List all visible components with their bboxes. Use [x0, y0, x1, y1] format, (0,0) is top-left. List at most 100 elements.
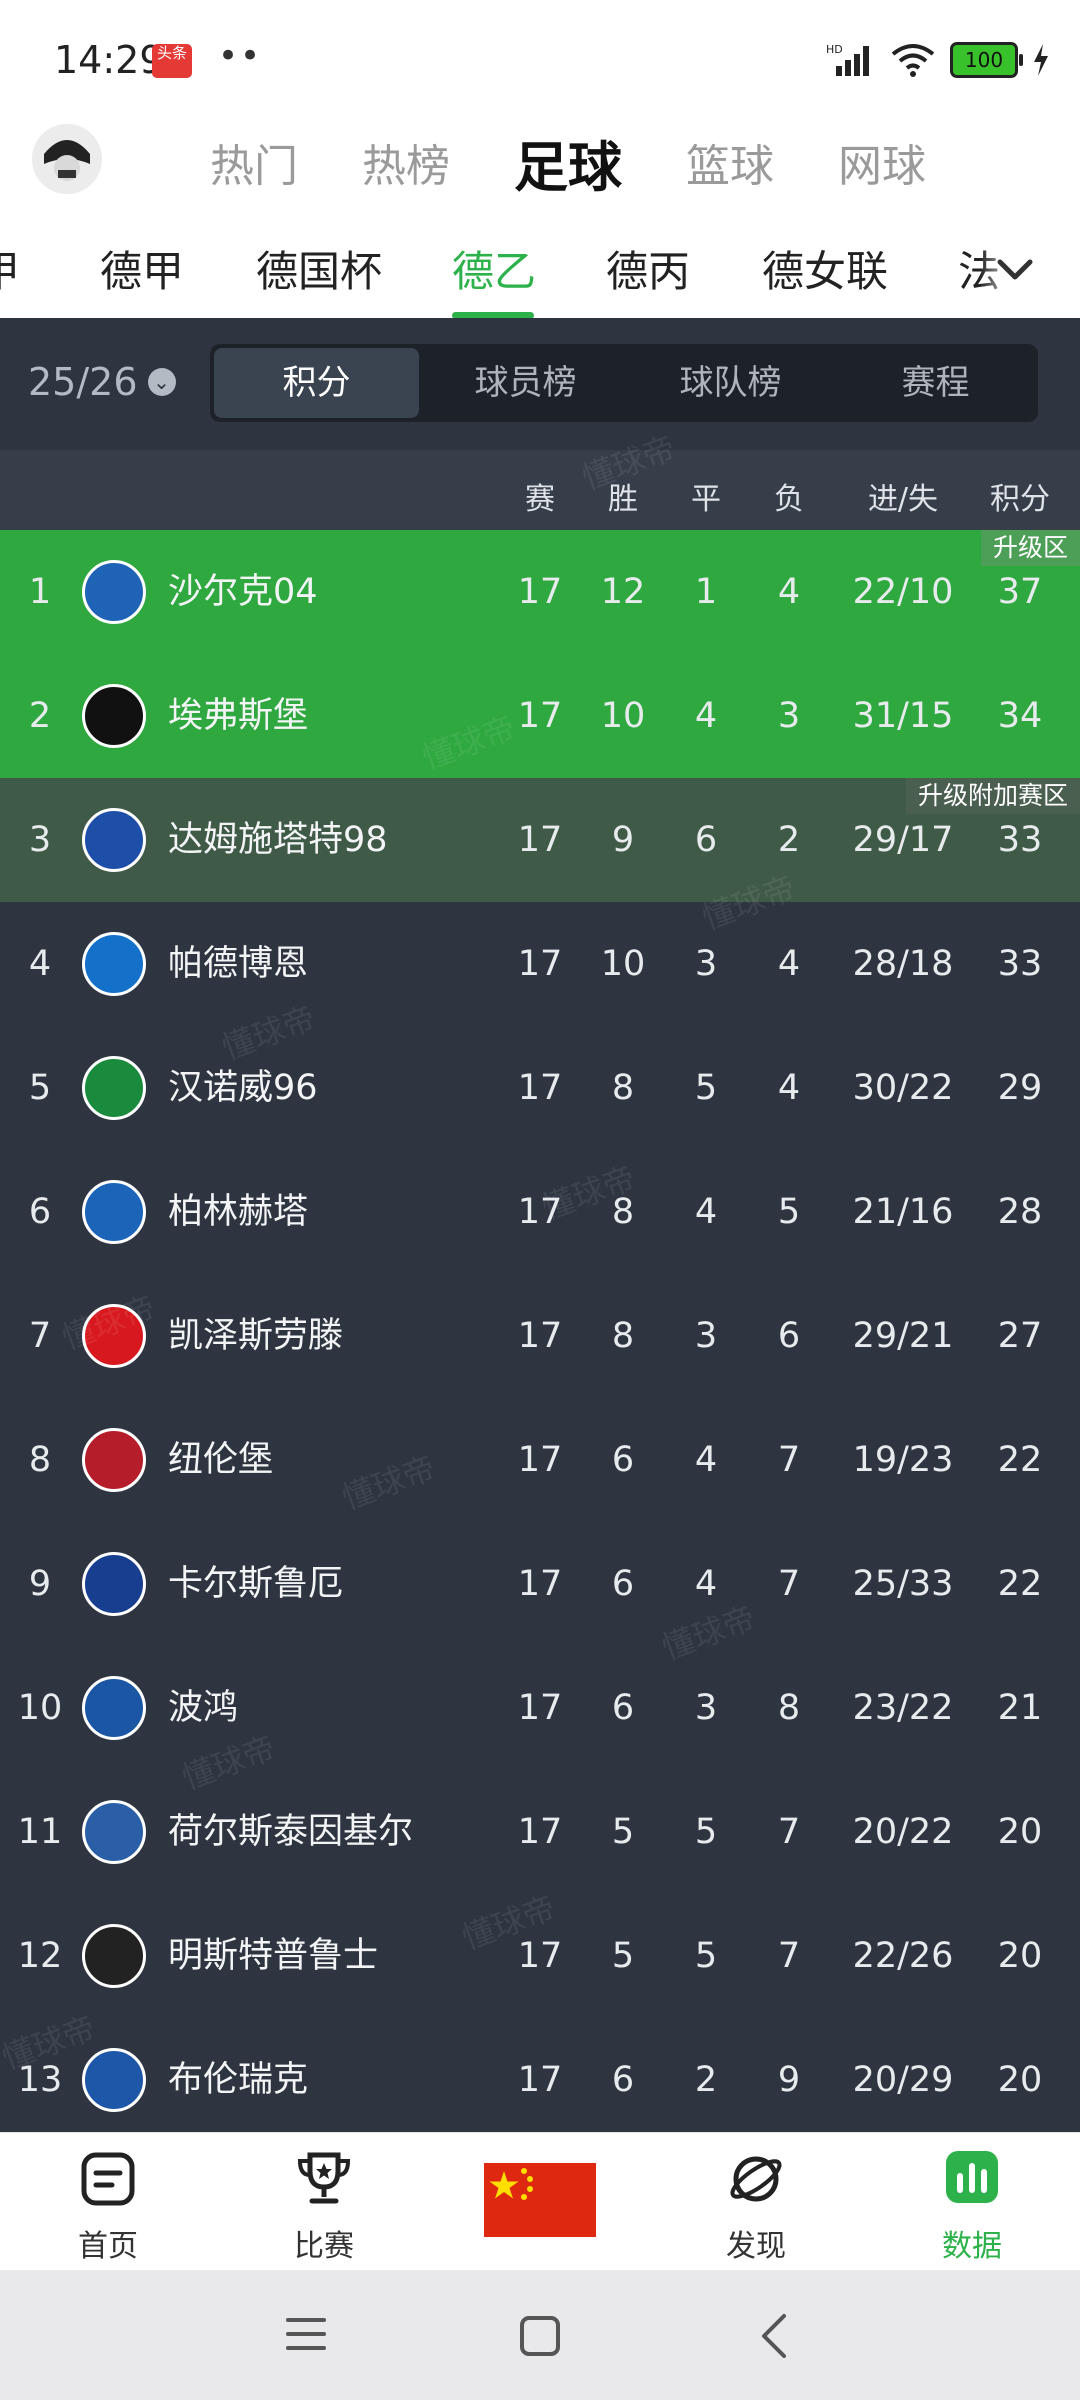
table-row[interactable]: 12 明斯特普鲁士 17 5 5 7 22/26 20 — [0, 1894, 1080, 2018]
stat-won: 6 — [611, 1688, 635, 1728]
team-logo-icon — [82, 808, 146, 872]
segment-players[interactable]: 球员榜 — [423, 344, 628, 422]
menu-icon[interactable] — [284, 2314, 328, 2354]
table-row[interactable]: 10 波鸿 17 6 3 8 23/22 21 — [0, 1646, 1080, 1770]
stat-won: 10 — [600, 944, 646, 984]
team-logo-icon — [82, 1924, 146, 1988]
stat-drawn: 1 — [694, 572, 718, 612]
stat-drawn: 3 — [694, 944, 718, 984]
stat-played: 17 — [517, 1440, 563, 1480]
table-row[interactable]: 7 凯泽斯劳滕 17 8 3 6 29/21 27 — [0, 1274, 1080, 1398]
stat-goals: 19/23 — [852, 1440, 954, 1480]
team-name: 帕德博恩 — [168, 944, 309, 984]
table-row[interactable]: 8 纽伦堡 17 6 4 7 19/23 22 — [0, 1398, 1080, 1522]
table-row[interactable]: 5 汉诺威96 17 8 5 4 30/22 29 — [0, 1026, 1080, 1150]
nav-matches[interactable]: 比赛 — [216, 2133, 432, 2271]
team-rank: 13 — [17, 2060, 63, 2100]
nav-data-label: 数据 — [942, 2229, 1002, 2264]
league-expand-button[interactable] — [980, 230, 1080, 320]
stat-drawn: 6 — [694, 820, 718, 860]
planet-icon — [730, 2156, 782, 2202]
stat-points: 33 — [997, 944, 1043, 984]
league-tab-dfb-pokal[interactable]: 德国杯 — [256, 238, 382, 299]
home-square-icon[interactable] — [518, 2314, 562, 2358]
segment-points[interactable]: 积分 — [214, 348, 419, 418]
avatar-icon — [32, 124, 102, 194]
stat-lost: 7 — [777, 1440, 801, 1480]
tab-football[interactable]: 足球 — [514, 123, 622, 202]
team-rank: 9 — [28, 1564, 52, 1604]
stat-goals: 22/10 — [852, 572, 954, 612]
team-rank: 10 — [17, 1688, 63, 1728]
table-row[interactable]: 11 荷尔斯泰因基尔 17 5 5 7 20/22 20 — [0, 1770, 1080, 1894]
table-row[interactable]: 6 柏林赫塔 17 8 4 5 21/16 28 — [0, 1150, 1080, 1274]
stat-points: 22 — [997, 1440, 1043, 1480]
wifi-icon — [891, 44, 935, 77]
standings-panel: 25/26 ⌄ 积分 球员榜 球队榜 赛程 赛 胜 平 负 进/失 积分 1 沙尔… — [0, 318, 1080, 2132]
stat-points: 28 — [997, 1192, 1043, 1232]
segment-schedule[interactable]: 赛程 — [833, 344, 1038, 422]
stat-goals: 29/21 — [852, 1316, 954, 1356]
signal-icon: HD — [826, 43, 869, 76]
header-won: 胜 — [608, 482, 638, 517]
stat-drawn: 3 — [694, 1316, 718, 1356]
team-logo-icon — [82, 1180, 146, 1244]
header-points: 积分 — [990, 482, 1050, 517]
stat-won: 8 — [611, 1316, 635, 1356]
stat-lost: 6 — [777, 1316, 801, 1356]
season-selector[interactable]: 25/26 ⌄ — [28, 360, 176, 404]
team-name: 明斯特普鲁士 — [168, 1936, 379, 1976]
stat-won: 5 — [611, 1812, 635, 1852]
table-row[interactable]: 9 卡尔斯鲁厄 17 6 4 7 25/33 22 — [0, 1522, 1080, 1646]
stat-played: 17 — [517, 2060, 563, 2100]
table-header: 赛 胜 平 负 进/失 积分 — [0, 450, 1080, 530]
stat-drawn: 5 — [694, 1936, 718, 1976]
toutiao-badge: 头条 — [152, 44, 192, 78]
nav-flag[interactable] — [432, 2133, 648, 2271]
team-logo-icon — [82, 1552, 146, 1616]
table-row[interactable]: 1 沙尔克04 17 12 1 4 22/10 37 升级区 — [0, 530, 1080, 654]
league-tab-partial[interactable]: 甲 — [0, 238, 20, 299]
china-flag-icon — [484, 2163, 596, 2237]
segment-teams[interactable]: 球队榜 — [628, 344, 833, 422]
nav-home[interactable]: 首页 — [0, 2133, 216, 2271]
chevron-down-icon — [997, 259, 1033, 280]
tab-basketball[interactable]: 篮球 — [686, 130, 774, 194]
team-logo-icon — [82, 932, 146, 996]
stat-lost: 3 — [777, 696, 801, 736]
league-tab-frauen[interactable]: 德女联 — [762, 238, 888, 299]
nav-data[interactable]: 数据 — [864, 2133, 1080, 2271]
tab-tennis[interactable]: 网球 — [838, 130, 926, 194]
tab-hot-list[interactable]: 热榜 — [362, 130, 450, 194]
league-tab-3-liga[interactable]: 德丙 — [606, 238, 690, 299]
team-rank: 5 — [28, 1068, 52, 1108]
stat-played: 17 — [517, 1688, 563, 1728]
stat-points: 20 — [997, 2060, 1043, 2100]
stat-goals: 23/22 — [852, 1688, 954, 1728]
tab-hot[interactable]: 热门 — [210, 130, 298, 194]
team-logo-icon — [82, 1800, 146, 1864]
stat-won: 6 — [611, 1564, 635, 1604]
stat-drawn: 4 — [694, 696, 718, 736]
stat-points: 29 — [997, 1068, 1043, 1108]
table-row[interactable]: 4 帕德博恩 17 10 3 4 28/18 33 — [0, 902, 1080, 1026]
stat-lost: 2 — [777, 820, 801, 860]
league-tab-2-bundesliga[interactable]: 德乙 — [452, 238, 536, 299]
user-avatar[interactable] — [32, 124, 102, 194]
table-row[interactable]: 13 布伦瑞克 17 6 2 9 20/29 20 — [0, 2018, 1080, 2132]
stat-goals: 20/22 — [852, 1812, 954, 1852]
nav-discover[interactable]: 发现 — [648, 2133, 864, 2271]
team-name: 布伦瑞克 — [168, 2060, 309, 2100]
header-goals: 进/失 — [867, 482, 939, 517]
league-tab-bundesliga[interactable]: 德甲 — [100, 238, 184, 299]
table-row[interactable]: 2 埃弗斯堡 17 10 4 3 31/15 34 — [0, 654, 1080, 778]
table-row[interactable]: 3 达姆施塔特98 17 9 6 2 29/17 33 升级附加赛区 — [0, 778, 1080, 902]
chevron-down-icon: ⌄ — [147, 368, 176, 396]
stat-won: 8 — [611, 1192, 635, 1232]
status-bar: 14:29 头条 •• HD 100 — [0, 0, 1080, 120]
stat-drawn: 2 — [694, 2060, 718, 2100]
stat-won: 8 — [611, 1068, 635, 1108]
back-icon[interactable] — [756, 2312, 792, 2360]
stat-won: 12 — [600, 572, 646, 612]
stat-goals: 20/29 — [852, 2060, 954, 2100]
